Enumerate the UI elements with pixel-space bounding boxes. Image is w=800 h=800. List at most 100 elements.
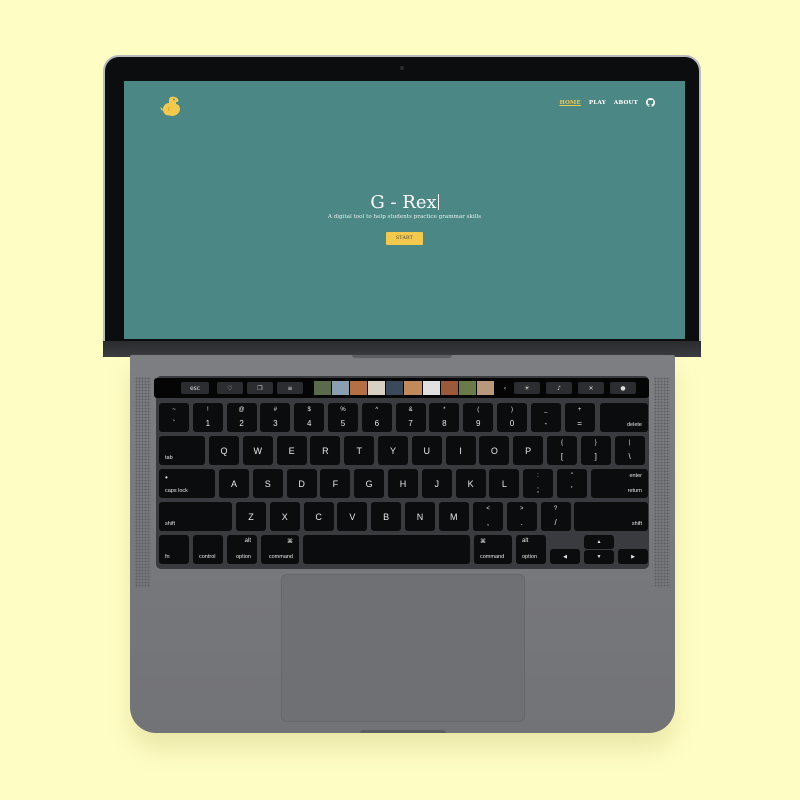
- key-x[interactable]: X: [269, 502, 300, 531]
- sliders-icon[interactable]: ≡: [277, 382, 303, 394]
- key-u[interactable]: U: [411, 436, 442, 465]
- spacebar[interactable]: [303, 535, 470, 564]
- shift-right-key[interactable]: shift: [574, 502, 648, 531]
- heart-icon[interactable]: ♡: [217, 382, 243, 394]
- command-left-key[interactable]: ⌘ command: [261, 535, 299, 564]
- nav-home-link[interactable]: HOME: [559, 100, 580, 106]
- key-c[interactable]: C: [303, 502, 334, 531]
- nav-about-link[interactable]: ABOUT: [614, 100, 638, 106]
- key-label: G: [365, 478, 373, 489]
- nav-play-link[interactable]: PLAY: [589, 100, 606, 106]
- key-l[interactable]: L: [489, 469, 520, 498]
- volume-icon[interactable]: ♪: [546, 382, 572, 394]
- key-z[interactable]: Z: [236, 502, 266, 531]
- brightness-icon[interactable]: ☀: [514, 382, 540, 394]
- key-a[interactable]: A: [219, 469, 249, 498]
- key-1[interactable]: ! 1: [192, 403, 223, 432]
- key-w[interactable]: W: [242, 436, 273, 465]
- laptop-lid: HOME PLAY ABOUT G - Rex A digital tool t…: [103, 55, 701, 355]
- mute-icon[interactable]: ✕: [578, 382, 604, 394]
- arrow-left-icon[interactable]: ◀: [550, 549, 580, 564]
- key-3[interactable]: #3: [260, 403, 291, 432]
- option-left-key[interactable]: alt option: [227, 535, 257, 564]
- camera: [400, 66, 404, 70]
- hero-title: G - Rex: [370, 192, 439, 213]
- tab-key[interactable]: tab: [159, 436, 205, 465]
- arrow-right-icon[interactable]: ▶: [618, 549, 648, 564]
- fn-key[interactable]: fn: [159, 535, 189, 564]
- key-9[interactable]: (9: [463, 403, 494, 432]
- key-7[interactable]: & 7: [395, 403, 426, 432]
- key-punct[interactable]: >.: [506, 502, 537, 531]
- photo-scrubber[interactable]: [314, 381, 494, 395]
- command-icon: ⌘: [287, 539, 293, 545]
- control-key[interactable]: control: [193, 535, 223, 564]
- delete-key[interactable]: delete: [600, 403, 648, 432]
- windows-icon[interactable]: ❐: [247, 382, 273, 394]
- top-nav: HOME PLAY ABOUT: [559, 98, 655, 107]
- key-f[interactable]: F: [320, 469, 351, 498]
- command-right-key[interactable]: ⌘ command: [474, 535, 512, 564]
- arrow-up-icon[interactable]: ▲: [584, 535, 614, 549]
- return-key[interactable]: enter return: [591, 469, 648, 498]
- key-symbol: alt: [244, 538, 251, 544]
- key-4[interactable]: $4: [294, 403, 325, 432]
- start-button[interactable]: START: [386, 232, 423, 245]
- key-p[interactable]: P: [513, 436, 544, 465]
- key-shift-label: ": [570, 473, 573, 479]
- key-0[interactable]: ) 0: [497, 403, 527, 432]
- key-punct[interactable]: :;: [523, 469, 553, 498]
- key-r[interactable]: R: [310, 436, 341, 465]
- key-6[interactable]: ^ 6: [361, 403, 392, 432]
- key-label: U: [423, 445, 431, 456]
- key-label: B: [383, 511, 390, 522]
- key-label: 9: [475, 419, 481, 428]
- key-shift-label: +: [577, 407, 582, 413]
- key-v[interactable]: V: [337, 502, 368, 531]
- key-b[interactable]: B: [371, 502, 402, 531]
- key-2[interactable]: @2: [226, 403, 257, 432]
- key-=[interactable]: + =: [564, 403, 595, 432]
- key-punct[interactable]: <,: [473, 502, 503, 531]
- key--[interactable]: _ -: [530, 403, 561, 432]
- option-right-key[interactable]: alt option: [516, 535, 546, 564]
- key-label: C: [315, 511, 322, 522]
- key-y[interactable]: Y: [378, 436, 408, 465]
- key-shift-label: #: [273, 407, 278, 413]
- key-o[interactable]: O: [479, 436, 510, 465]
- arrow-down-icon[interactable]: ▼: [584, 550, 614, 564]
- key-h[interactable]: H: [388, 469, 418, 498]
- key-label: shift: [631, 521, 642, 527]
- shift-left-key[interactable]: shift: [159, 502, 232, 531]
- key-q[interactable]: Q: [209, 436, 239, 465]
- key-label: command: [480, 554, 505, 560]
- key-t[interactable]: T: [344, 436, 375, 465]
- key-e[interactable]: E: [276, 436, 307, 465]
- key-m[interactable]: M: [438, 502, 469, 531]
- key-d[interactable]: D: [286, 469, 317, 498]
- command-icon: ⌘: [480, 539, 486, 545]
- key-bracket[interactable]: {[: [547, 436, 577, 465]
- key-punct[interactable]: " ': [556, 469, 587, 498]
- dinosaur-logo-icon[interactable]: [158, 93, 184, 119]
- key-punct[interactable]: ? /: [540, 502, 571, 531]
- key-n[interactable]: N: [405, 502, 435, 531]
- key-5[interactable]: % 5: [328, 403, 358, 432]
- key-j[interactable]: J: [421, 469, 452, 498]
- key-8[interactable]: * 8: [429, 403, 460, 432]
- siri-icon[interactable]: ●: [610, 382, 636, 394]
- key-`[interactable]: ~ `: [159, 403, 189, 432]
- key-label: \: [628, 452, 631, 461]
- key-bracket[interactable]: | \: [614, 436, 645, 465]
- key-k[interactable]: K: [455, 469, 486, 498]
- key-i[interactable]: I: [445, 436, 476, 465]
- github-icon[interactable]: [646, 98, 655, 107]
- key-s[interactable]: S: [252, 469, 283, 498]
- caps-lock-key[interactable]: • caps lock: [159, 469, 215, 498]
- esc-key[interactable]: esc: [181, 382, 209, 394]
- key-shift-label: }: [594, 440, 597, 446]
- key-g[interactable]: G: [354, 469, 385, 498]
- trackpad[interactable]: [281, 574, 525, 722]
- chevron-left-icon[interactable]: ‹: [499, 382, 511, 394]
- key-bracket[interactable]: }]: [580, 436, 611, 465]
